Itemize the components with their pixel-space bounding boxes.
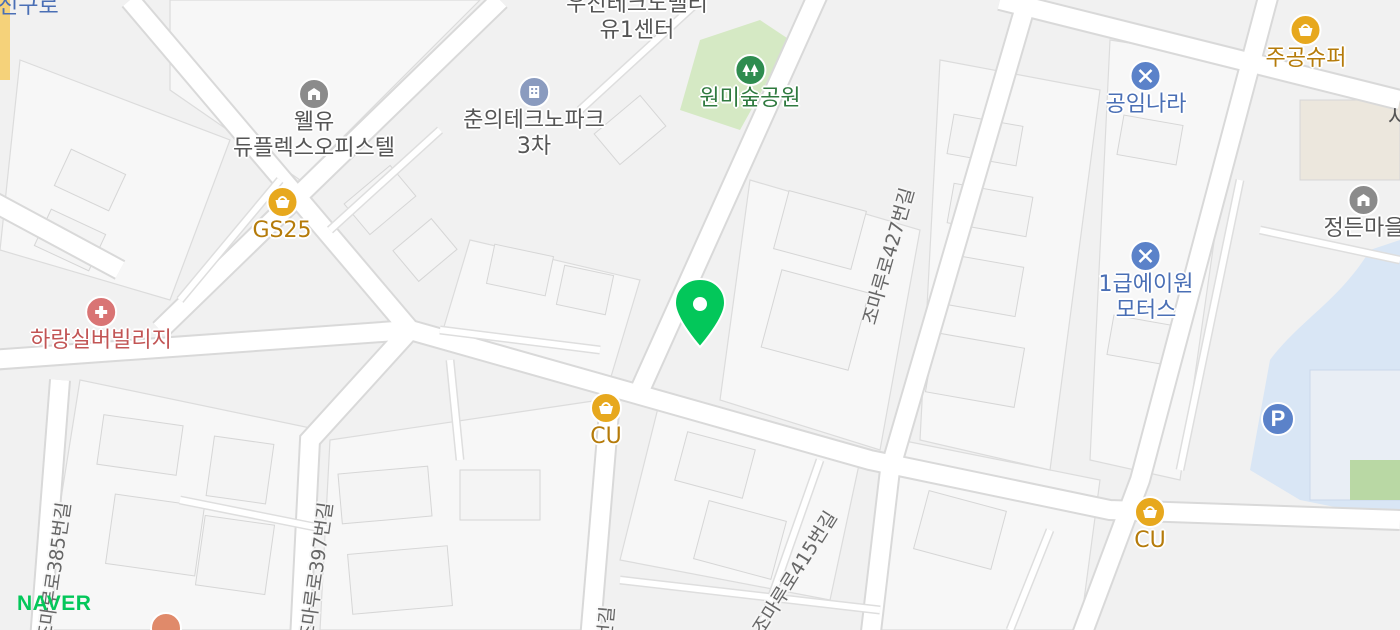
convenience-store-icon (265, 186, 298, 218)
poi-1geup-aone-motors[interactable]: 1급에이원 모터스 (1098, 240, 1194, 324)
location-pin-icon[interactable] (673, 277, 727, 349)
poi-label: CU (590, 424, 622, 449)
partial-place-label: 사 (1388, 106, 1400, 131)
poi-label: 주공슈퍼 (1265, 46, 1347, 71)
poi-label: 웰유 듀플렉스오피스텔 (233, 110, 395, 161)
poi-label: CU (1134, 528, 1166, 553)
poi-label: 하랑실버빌리지 (30, 328, 172, 353)
convenience-store-icon (590, 392, 622, 424)
poi-chuneui-technopark[interactable]: 춘의테크노파크 3차 (463, 76, 605, 160)
poi-jeongdeun-maeul[interactable]: 정든마을 (1324, 184, 1400, 242)
wrench-icon (1130, 240, 1162, 272)
poi-gs25[interactable]: GS25 (252, 186, 312, 244)
poi-jugong-super[interactable]: 주공슈퍼 (1265, 14, 1347, 72)
poi-gongim-nara[interactable]: 공임나라 (1105, 60, 1187, 118)
map-canvas[interactable]: 신구로 사 웰유 듀플렉스오피스텔 GS25 하랑실버빌리지 우진테크노밸리 유1센… (0, 0, 1400, 630)
convenience-store-icon (1134, 496, 1166, 528)
poi-harang-silver[interactable]: 하랑실버빌리지 (30, 296, 172, 354)
poi-label: 공임나라 (1105, 92, 1187, 117)
poi-wonmi-forest-park[interactable]: 원미숲공원 (699, 54, 801, 112)
wrench-icon (1130, 60, 1162, 92)
poi-label: 정든마을 (1323, 216, 1400, 241)
poi-label: 원미숲공원 (699, 86, 801, 111)
poi-cu-center[interactable]: CU (590, 392, 622, 450)
poi-label: GS25 (252, 218, 312, 243)
convenience-store-icon (1290, 14, 1322, 46)
hospital-icon (85, 296, 117, 328)
poi-partial-bottom[interactable] (150, 612, 182, 630)
road-label-partial: 번길 (593, 605, 619, 630)
naver-logo: NAVER (17, 592, 92, 615)
cafe-icon (150, 612, 182, 630)
poi-label: 우진테크노밸리 유1센터 (566, 0, 708, 43)
partial-road-label: 신구로 (0, 0, 59, 19)
poi-label: 1급에이원 모터스 (1098, 272, 1194, 323)
poi-techno-valley[interactable]: 우진테크노밸리 유1센터 (566, 0, 708, 44)
office-building-icon (518, 76, 550, 108)
tree-icon (733, 54, 766, 86)
parking-icon[interactable]: P (1261, 402, 1295, 436)
poi-label: 춘의테크노파크 3차 (463, 108, 605, 159)
poi-wellyu-duplex[interactable]: 웰유 듀플렉스오피스텔 (233, 78, 395, 162)
poi-cu-right[interactable]: CU (1134, 496, 1166, 554)
building-icon (1348, 184, 1380, 216)
building-icon (297, 78, 330, 110)
